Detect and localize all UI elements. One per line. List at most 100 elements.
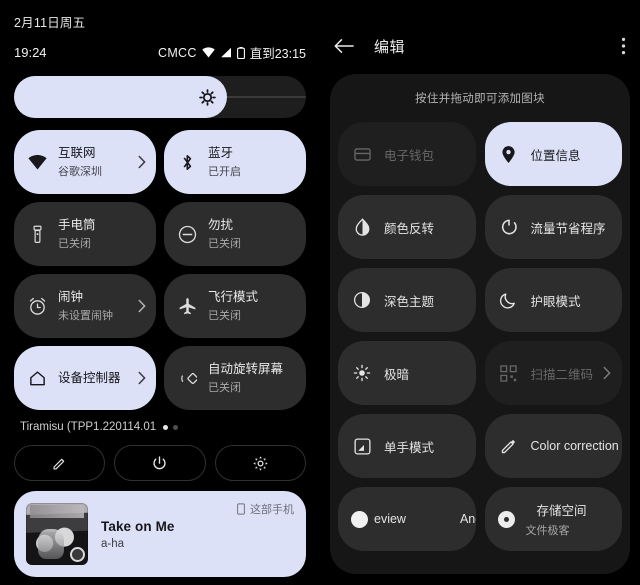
album-art	[26, 503, 88, 565]
overflow-menu-icon[interactable]	[621, 37, 626, 55]
media-artist: a-ha	[101, 537, 125, 550]
pencil-icon	[51, 455, 68, 472]
tile-bluetooth[interactable]: 蓝牙 已开启	[164, 130, 306, 194]
edit-tile-label: 流量节省程序	[530, 221, 606, 236]
wifi-icon	[202, 47, 215, 58]
wifi-icon	[25, 154, 49, 170]
carrier-label: CMCC	[158, 45, 197, 60]
edit-tiles-container: 按住并拖动即可添加图块 电子钱包 位置信息 颜色反转 流量节省程序 深色主题 护…	[330, 74, 630, 574]
media-device-label: 这部手机	[250, 504, 294, 516]
edit-button[interactable]	[14, 445, 106, 481]
status-clock: 19:24	[14, 45, 47, 60]
page-title: 编辑	[374, 38, 406, 56]
edit-tile-storage[interactable]: 存储空间 文件极客	[484, 487, 622, 551]
quick-settings-tile-grid: 互联网 谷歌深圳 蓝牙 已开启 手电筒 已关闭 勿扰 已关闭 闹钟 未设置闹钟 …	[14, 130, 306, 410]
brightness-icon	[199, 88, 216, 106]
tile-subtitle: 已开启	[208, 166, 241, 178]
media-title: Take on Me	[101, 518, 175, 534]
edit-tile-one-handed[interactable]: 单手模式	[338, 414, 476, 478]
build-info-row: Tiramisu (TPP1.220114.01	[20, 421, 306, 433]
tile-title: 互联网	[58, 146, 96, 160]
tile-device-controls[interactable]: 设备控制器	[14, 346, 156, 410]
tile-subtitle: 已关闭	[208, 238, 241, 250]
edit-tile-webview[interactable]: eview Android	[338, 487, 476, 551]
page-dot-active[interactable]	[163, 424, 169, 430]
tile-title: 飞行模式	[208, 290, 259, 304]
edit-tile-label: 位置信息	[530, 148, 581, 163]
tile-title: 手电筒	[58, 218, 96, 232]
edit-tile-label: 深色主题	[384, 294, 435, 309]
edit-tile-label: 单手模式	[384, 440, 435, 455]
tile-title: 闹钟	[58, 290, 84, 304]
edit-tile-dark-theme[interactable]: 深色主题	[338, 268, 476, 332]
cellular-signal-icon	[220, 47, 232, 58]
tile-airplane-mode[interactable]: 飞行模式 已关闭	[164, 274, 306, 338]
power-icon	[151, 455, 168, 472]
page-indicator	[163, 424, 179, 430]
gear-icon	[252, 455, 269, 472]
edit-tile-extra-dim[interactable]: 极暗	[338, 341, 476, 405]
tile-title: 自动旋转屏幕	[208, 362, 284, 376]
extra-dim-icon	[351, 364, 373, 382]
tile-auto-rotate[interactable]: 自动旋转屏幕 已关闭	[164, 346, 306, 410]
marquee-text-left: eview	[374, 512, 406, 526]
marquee-text-right: Android	[459, 512, 476, 526]
tile-subtitle: 已关闭	[208, 310, 241, 322]
power-button[interactable]	[114, 445, 206, 481]
app-badge-icon	[70, 547, 85, 562]
build-label: Tiramisu (TPP1.220114.01	[20, 421, 157, 433]
alarm-icon	[25, 297, 49, 316]
edit-tile-sublabel: 文件极客	[525, 525, 570, 537]
qr-scan-icon	[498, 364, 520, 382]
page-dot[interactable]	[173, 424, 179, 430]
do-not-disturb-icon	[175, 225, 199, 244]
flashlight-icon	[25, 225, 49, 244]
airplane-icon	[175, 297, 199, 316]
storage-dot-icon	[497, 510, 515, 528]
chevron-right-icon[interactable]	[603, 366, 611, 380]
marquee-label: eview Android	[374, 512, 476, 526]
chevron-right-icon[interactable]	[138, 299, 146, 313]
settings-button[interactable]	[214, 445, 306, 481]
tile-title: 蓝牙	[208, 146, 234, 160]
back-arrow-icon[interactable]	[334, 38, 354, 54]
home-icon	[25, 369, 49, 388]
auto-rotate-icon	[175, 369, 199, 388]
night-light-moon-icon	[498, 291, 520, 309]
tile-internet[interactable]: 互联网 谷歌深圳	[14, 130, 156, 194]
bluetooth-icon	[175, 153, 199, 172]
tile-subtitle: 未设置闹钟	[58, 310, 113, 322]
data-saver-icon	[498, 218, 520, 236]
media-output-device[interactable]: 这部手机	[237, 501, 294, 517]
dark-theme-icon	[351, 291, 373, 309]
color-invert-icon	[351, 217, 373, 237]
footer-actions	[14, 445, 306, 481]
edit-tile-color-correction[interactable]: Color correction	[484, 414, 622, 478]
battery-icon	[236, 46, 245, 59]
date-label: 2月11日周五	[14, 16, 86, 30]
media-player-card[interactable]: Take on Me a-ha 这部手机	[14, 491, 306, 577]
brightness-fill[interactable]	[14, 76, 228, 118]
brightness-slider[interactable]	[14, 76, 306, 118]
edit-tile-label: 极暗	[384, 367, 410, 382]
wallet-icon	[351, 147, 373, 162]
tile-do-not-disturb[interactable]: 勿扰 已关闭	[164, 202, 306, 266]
edit-tile-data-saver[interactable]: 流量节省程序	[484, 195, 622, 259]
edit-tile-color-invert[interactable]: 颜色反转	[338, 195, 476, 259]
available-tiles-grid: 电子钱包 位置信息 颜色反转 流量节省程序 深色主题 护眼模式 极暗 扫描二维码…	[338, 122, 622, 551]
tile-alarm[interactable]: 闹钟 未设置闹钟	[14, 274, 156, 338]
tile-title: 设备控制器	[58, 371, 121, 385]
edit-tile-wallet[interactable]: 电子钱包	[338, 122, 476, 186]
edit-tile-location[interactable]: 位置信息	[484, 122, 622, 186]
edit-tile-label: 电子钱包	[384, 148, 435, 163]
edit-tile-label: 扫描二维码	[530, 367, 594, 382]
tile-subtitle: 谷歌深圳	[58, 166, 102, 178]
chevron-right-icon[interactable]	[138, 155, 146, 169]
chevron-right-icon[interactable]	[138, 371, 146, 385]
tile-subtitle: 已关闭	[58, 238, 91, 250]
edit-tile-qr-scan[interactable]: 扫描二维码	[484, 341, 622, 405]
tile-flashlight[interactable]: 手电筒 已关闭	[14, 202, 156, 266]
edit-tiles-panel: 编辑 按住并拖动即可添加图块 电子钱包 位置信息 颜色反转 流量节省程序 深色主…	[320, 0, 640, 585]
brightness-remaining-track	[218, 96, 306, 98]
edit-tile-night-light[interactable]: 护眼模式	[484, 268, 622, 332]
